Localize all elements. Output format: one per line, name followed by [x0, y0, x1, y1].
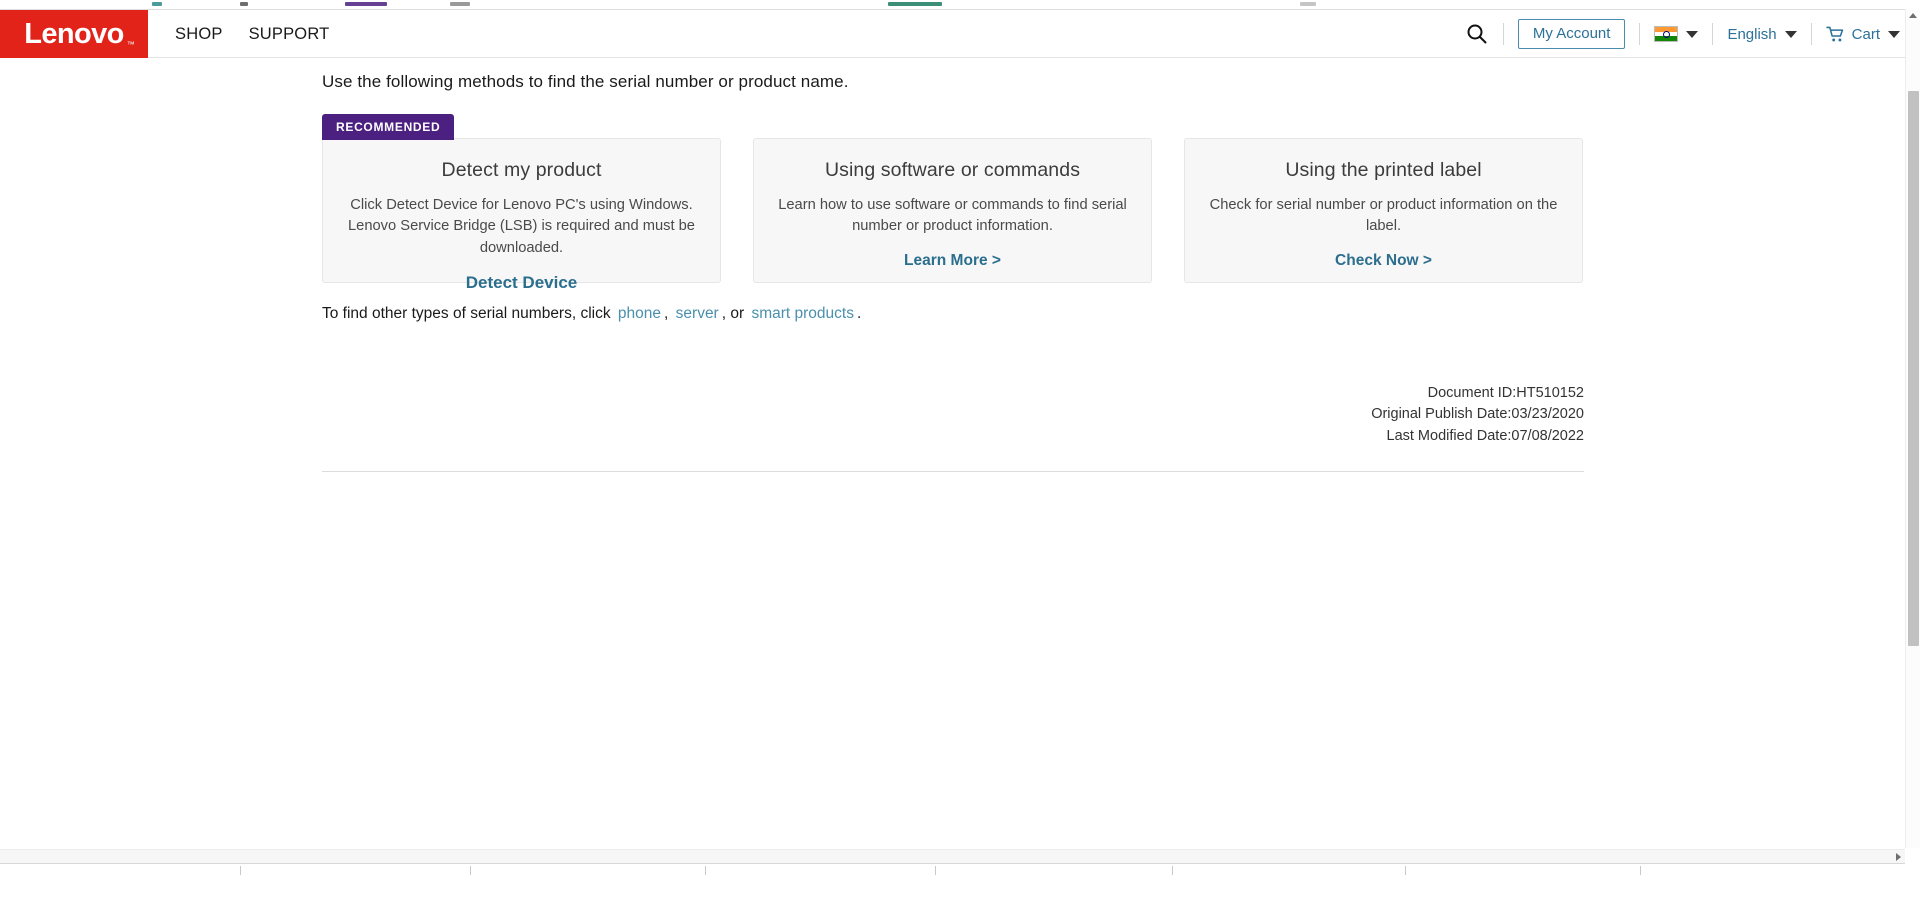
chevron-down-icon — [1686, 31, 1698, 38]
card-using-software-or-commands[interactable]: Using software or commands Learn how to … — [753, 138, 1152, 283]
server-link[interactable]: server — [676, 305, 719, 322]
comma-separator: , — [664, 305, 668, 322]
or-separator: , or — [722, 305, 744, 322]
divider — [1712, 23, 1713, 45]
other-types-prefix: To find other types of serial numbers, c… — [322, 305, 611, 322]
card-description: Click Detect Device for Lenovo PC's usin… — [345, 195, 698, 259]
learn-more-link[interactable]: Learn More > — [904, 252, 1001, 269]
original-publish-date: Original Publish Date:03/23/2020 — [322, 404, 1584, 425]
scroll-up-arrow-icon[interactable] — [1909, 13, 1917, 18]
india-flag-icon — [1654, 26, 1678, 42]
site-header: Lenovo™ SHOP SUPPORT My Account English — [0, 9, 1920, 58]
card-title: Using the printed label — [1207, 159, 1560, 182]
vertical-scrollbar-thumb[interactable] — [1908, 91, 1919, 646]
cart-label: Cart — [1852, 26, 1880, 43]
card-description: Learn how to use software or commands to… — [776, 195, 1129, 238]
cart-icon — [1826, 26, 1846, 43]
search-icon[interactable] — [1465, 22, 1489, 46]
divider — [1811, 23, 1812, 45]
nav-item-support[interactable]: SUPPORT — [249, 25, 330, 44]
my-account-button[interactable]: My Account — [1518, 19, 1626, 49]
chevron-down-icon — [1785, 31, 1797, 38]
cart-button[interactable]: Cart — [1826, 26, 1900, 43]
recommended-badge-row: RECOMMENDED — [322, 114, 1584, 138]
check-now-link[interactable]: Check Now > — [1335, 252, 1432, 269]
lenovo-logo[interactable]: Lenovo™ — [0, 10, 148, 58]
recommended-badge: RECOMMENDED — [322, 114, 454, 140]
logo-wordmark: Lenovo — [24, 18, 124, 50]
smart-products-link[interactable]: smart products — [751, 305, 854, 322]
card-description: Check for serial number or product infor… — [1207, 195, 1560, 238]
language-selector[interactable]: English — [1727, 26, 1796, 43]
card-title: Using software or commands — [776, 159, 1129, 182]
last-modified-date: Last Modified Date:07/08/2022 — [322, 426, 1584, 447]
page-intro-text: Use the following methods to find the se… — [322, 72, 1584, 92]
page-content: Use the following methods to find the se… — [0, 58, 1905, 848]
horizontal-scrollbar[interactable] — [0, 849, 1905, 864]
detect-device-link[interactable]: Detect Device — [466, 273, 578, 292]
card-title: Detect my product — [345, 159, 698, 182]
primary-nav: SHOP SUPPORT — [175, 10, 329, 58]
trademark-symbol: ™ — [127, 40, 135, 49]
chevron-down-icon — [1888, 31, 1900, 38]
header-utility-nav: My Account English Cart — [1465, 10, 1900, 58]
clipped-top-content — [0, 0, 1920, 9]
divider — [1639, 23, 1640, 45]
other-serial-types-line: To find other types of serial numbers, c… — [322, 305, 1584, 323]
scroll-right-arrow-icon[interactable] — [1896, 853, 1901, 861]
document-id: Document ID:HT510152 — [322, 383, 1584, 404]
nav-item-shop[interactable]: SHOP — [175, 25, 223, 44]
phone-link[interactable]: phone — [618, 305, 661, 322]
period-separator: . — [857, 305, 861, 322]
content-divider — [322, 471, 1584, 472]
vertical-scrollbar[interactable] — [1905, 9, 1920, 848]
bottom-bar — [0, 866, 1920, 902]
card-detect-my-product[interactable]: Detect my product Click Detect Device fo… — [322, 138, 721, 283]
document-metadata: Document ID:HT510152 Original Publish Da… — [322, 383, 1584, 447]
language-label: English — [1727, 26, 1776, 43]
methods-card-group: Detect my product Click Detect Device fo… — [322, 138, 1584, 283]
country-selector[interactable] — [1654, 26, 1698, 42]
divider — [1503, 23, 1504, 45]
card-using-the-printed-label[interactable]: Using the printed label Check for serial… — [1184, 138, 1583, 283]
